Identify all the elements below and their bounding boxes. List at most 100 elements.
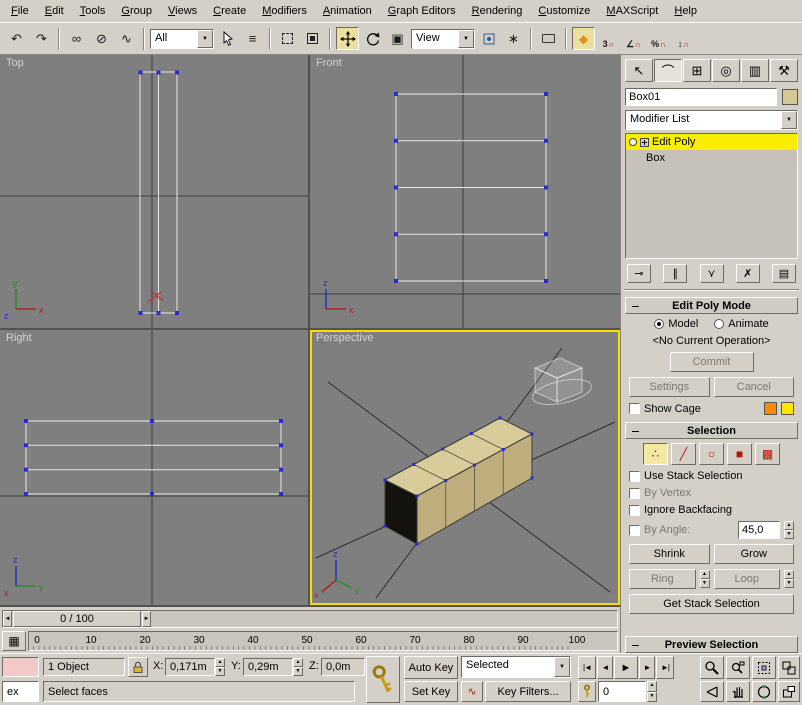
menu-item[interactable]: Help [666, 1, 705, 21]
unlink-selection-icon[interactable]: ⊘ [90, 27, 113, 50]
spinner-down-icon[interactable]: ▼ [647, 692, 657, 703]
animate-radio[interactable] [714, 319, 724, 329]
frame-spinner[interactable]: ▲▼ [647, 681, 657, 702]
key-filters-button[interactable]: Key Filters... [485, 681, 571, 702]
spinner-up-icon[interactable]: ▲ [784, 570, 794, 579]
z-coordinate-field[interactable]: 0,0m [321, 658, 365, 676]
viewport-perspective[interactable]: Perspective [310, 330, 620, 605]
spinner-down-icon[interactable]: ▼ [215, 667, 225, 676]
edge-mode-icon[interactable]: ╱ [671, 443, 696, 465]
spinner-down-icon[interactable]: ▼ [700, 579, 710, 588]
chevron-down-icon[interactable]: ▼ [554, 657, 570, 677]
modifier-stack[interactable]: Edit Poly Box [625, 133, 798, 259]
selection-rollout-header[interactable]: Selection [625, 422, 798, 439]
vertex-mode-icon[interactable]: ∴ [643, 443, 668, 465]
chevron-down-icon[interactable]: ▼ [197, 30, 213, 48]
key-mode-toggle[interactable] [578, 681, 596, 702]
set-keys-button[interactable] [366, 656, 400, 703]
ring-button[interactable]: Ring [629, 569, 696, 589]
tab-motion[interactable]: ◎ [712, 59, 740, 82]
pin-stack-icon[interactable]: ⊸ [627, 264, 651, 283]
cancel-button[interactable]: Cancel [714, 377, 795, 397]
select-and-move-icon[interactable] [336, 27, 359, 50]
commit-button[interactable]: Commit [670, 352, 754, 372]
box-object[interactable] [385, 418, 532, 544]
zoom-extents-icon[interactable] [752, 656, 776, 679]
menu-item[interactable]: Animation [315, 1, 380, 21]
menu-item[interactable]: Group [113, 1, 160, 21]
macro-recorder-field[interactable] [2, 657, 39, 677]
spinner-up-icon[interactable]: ▲ [784, 521, 794, 530]
box-wireframe[interactable] [140, 72, 177, 313]
spinner-up-icon[interactable]: ▲ [215, 658, 225, 667]
tab-display[interactable]: ▥ [741, 59, 769, 82]
loop-spinner[interactable]: ▲▼ [784, 570, 794, 588]
cage-color-swatch[interactable] [764, 402, 777, 415]
spinner-down-icon[interactable]: ▼ [784, 579, 794, 588]
angle-snap-icon[interactable]: ∠∩ [622, 27, 645, 50]
percent-snap-icon[interactable]: %∩ [647, 27, 670, 50]
snap-3d-icon[interactable]: 3∩ [597, 27, 620, 50]
menu-item[interactable]: MAXScript [598, 1, 666, 21]
mini-curve-editor-icon[interactable]: ▦ [2, 631, 26, 651]
y-coordinate-field[interactable]: 0,29m [243, 658, 293, 676]
viewport-top[interactable]: Top [0, 55, 308, 328]
edit-poly-mode-rollout-header[interactable]: Edit Poly Mode [625, 297, 798, 314]
x-coordinate-field[interactable]: 0,171m [165, 658, 215, 676]
tab-utilities[interactable]: ⚒ [770, 59, 798, 82]
current-frame-field[interactable]: 0 [598, 681, 646, 702]
menu-item[interactable]: Graph Editors [380, 1, 464, 21]
previous-frame-nub[interactable]: ◄ [3, 611, 12, 627]
select-and-link-icon[interactable]: ∞ [65, 27, 88, 50]
by-vertex-checkbox[interactable] [629, 488, 640, 499]
arc-rotate-icon[interactable] [752, 681, 776, 702]
by-angle-spinner[interactable]: ▲▼ [784, 521, 794, 539]
menu-item[interactable]: Views [160, 1, 205, 21]
viewport-label[interactable]: Right [6, 332, 32, 344]
loop-button[interactable]: Loop [714, 569, 781, 589]
by-angle-field[interactable]: 45,0 [738, 521, 780, 539]
field-of-view-icon[interactable] [700, 681, 724, 702]
previous-frame-icon[interactable]: ◄ [597, 656, 613, 679]
viewport-top-canvas[interactable]: y x z [0, 55, 308, 328]
zoom-icon[interactable] [700, 656, 724, 679]
viewport-label[interactable]: Perspective [316, 332, 373, 344]
reference-coordinate-dropdown[interactable]: View ▼ [411, 29, 475, 49]
tab-modify[interactable]: ⌒ [654, 59, 682, 82]
rectangular-selection-region-icon[interactable] [276, 27, 299, 50]
spinner-down-icon[interactable]: ▼ [293, 667, 303, 676]
menu-item[interactable]: Create [205, 1, 254, 21]
snaps-toggle-icon[interactable]: ◆ [572, 27, 595, 50]
viewport-right[interactable]: Right [0, 330, 308, 605]
by-angle-checkbox[interactable] [629, 525, 640, 536]
preview-selection-rollout-header[interactable]: Preview Selection [625, 636, 798, 653]
tab-hierarchy[interactable]: ⊞ [683, 59, 711, 82]
remove-modifier-icon[interactable]: ✗ [736, 264, 760, 283]
show-end-result-icon[interactable]: ∥ [663, 264, 687, 283]
select-by-name-icon[interactable]: ≡ [241, 27, 264, 50]
modifier-list-dropdown[interactable]: Modifier List ▼ [625, 110, 798, 130]
menu-item[interactable]: Modifiers [254, 1, 315, 21]
tab-create[interactable]: ↖ [625, 59, 653, 82]
go-to-end-icon[interactable]: ►| [656, 656, 674, 679]
expand-icon[interactable] [640, 138, 649, 147]
show-cage-checkbox[interactable] [629, 403, 640, 414]
settings-button[interactable]: Settings [629, 377, 710, 397]
get-stack-selection-button[interactable]: Get Stack Selection [629, 594, 794, 614]
model-radio[interactable] [654, 319, 664, 329]
key-filter-dropdown[interactable]: Selected ▼ [461, 656, 571, 678]
spinner-snap-icon[interactable]: ↕∩ [672, 27, 695, 50]
spinner-up-icon[interactable]: ▲ [700, 570, 710, 579]
vi4ewport-right-canvas[interactable]: z y x [0, 330, 308, 605]
next-frame-icon[interactable]: ► [639, 656, 655, 679]
bind-to-space-warp-icon[interactable]: ∿ [115, 27, 138, 50]
select-and-scale-icon[interactable]: ▣ [386, 27, 409, 50]
grow-button[interactable]: Grow [714, 544, 795, 564]
viewport-label[interactable]: Top [6, 57, 24, 69]
menu-item[interactable]: Tools [72, 1, 114, 21]
polygon-mode-icon[interactable]: ■ [727, 443, 752, 465]
maximize-viewport-toggle-icon[interactable] [778, 681, 800, 702]
menu-item[interactable]: File [3, 1, 37, 21]
chevron-down-icon[interactable]: ▼ [781, 111, 797, 129]
select-object-icon[interactable] [216, 27, 239, 50]
